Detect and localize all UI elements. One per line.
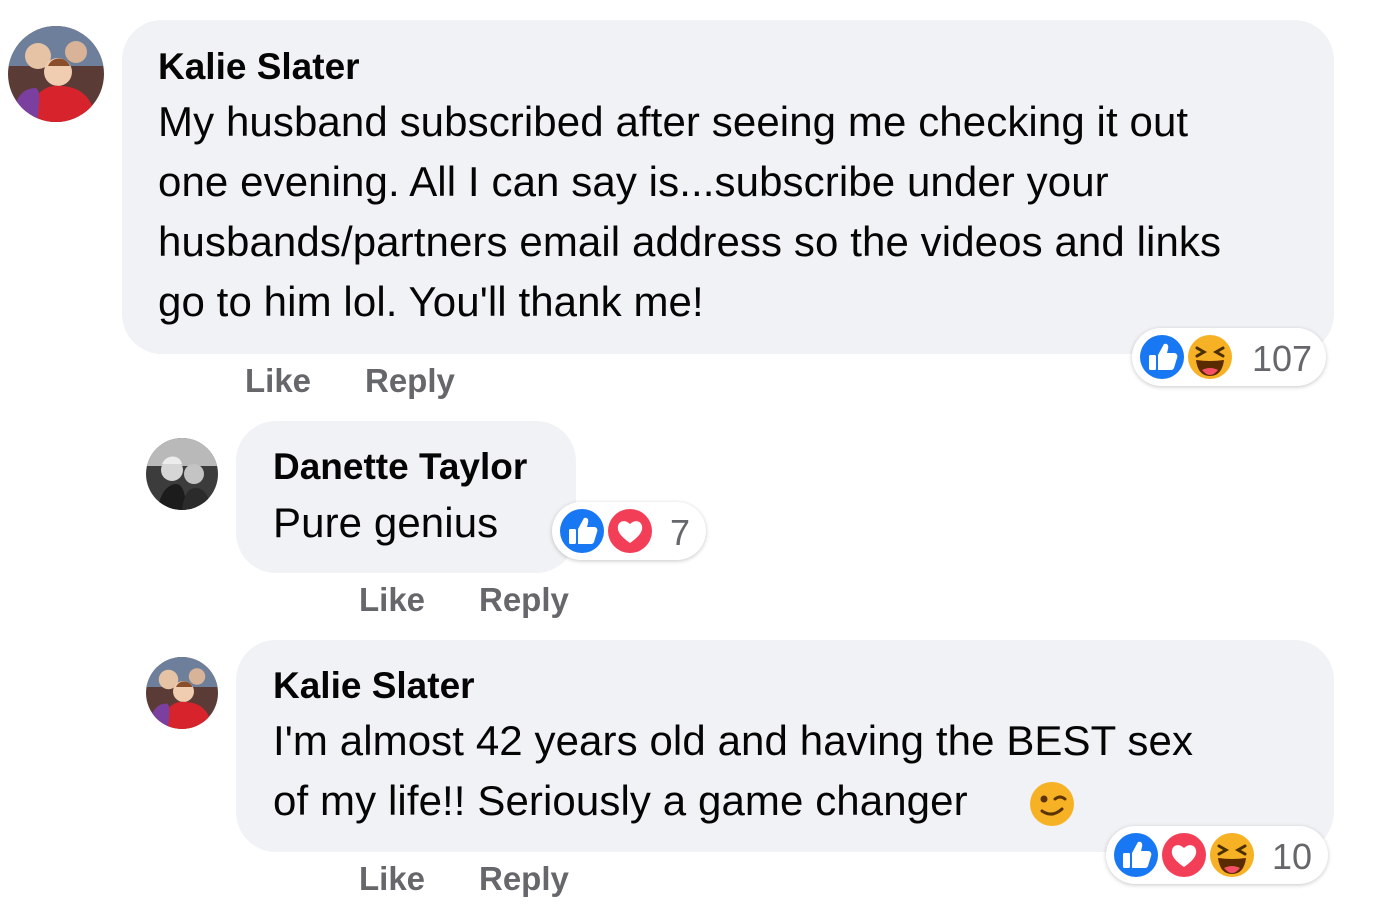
like-icon: [1136, 331, 1188, 383]
like-button[interactable]: Like: [359, 860, 425, 898]
like-button[interactable]: Like: [245, 362, 311, 400]
love-icon: [604, 505, 656, 557]
comment-text-line: I'm almost 42 years old and having the B…: [273, 717, 1194, 764]
comment-text-line: one evening. All I can say is...subscrib…: [158, 158, 1109, 205]
reply-button[interactable]: Reply: [479, 860, 569, 898]
comment-text-line: go to him lol. You'll thank me!: [158, 278, 704, 325]
like-icon: [1110, 829, 1162, 881]
comment-bubble: [236, 421, 576, 573]
avatar-kalie[interactable]: [8, 26, 104, 122]
comment-text-line: My husband subscribed after seeing me ch…: [158, 98, 1189, 145]
love-icon: [1158, 829, 1210, 881]
comment-author[interactable]: Kalie Slater: [158, 46, 360, 88]
comment-author[interactable]: Kalie Slater: [273, 665, 475, 707]
avatar-danette[interactable]: [146, 438, 218, 510]
avatar-kalie[interactable]: [146, 657, 218, 729]
like-button[interactable]: Like: [359, 581, 425, 619]
reaction-count: 10: [1272, 836, 1313, 877]
previous-content-fragment: [170, 0, 470, 2]
comment-author[interactable]: Danette Taylor: [273, 446, 527, 488]
comment-text-line: Pure genius: [273, 499, 499, 546]
reaction-count: 107: [1252, 338, 1313, 379]
haha-icon: [1206, 829, 1258, 881]
reaction-summary[interactable]: 107: [1132, 328, 1326, 386]
reply-button[interactable]: Reply: [365, 362, 455, 400]
reply-button[interactable]: Reply: [479, 581, 569, 619]
haha-icon: [1184, 331, 1236, 383]
reaction-summary[interactable]: 7: [552, 502, 706, 560]
wink-emoji: [1028, 780, 1076, 828]
like-icon: [556, 505, 608, 557]
reaction-count: 7: [670, 512, 691, 553]
comment-text-line: husbands/partners email address so the v…: [158, 218, 1222, 265]
comment-text-line: of my life!! Seriously a game changer: [273, 777, 968, 824]
reaction-summary[interactable]: 10: [1106, 826, 1328, 884]
